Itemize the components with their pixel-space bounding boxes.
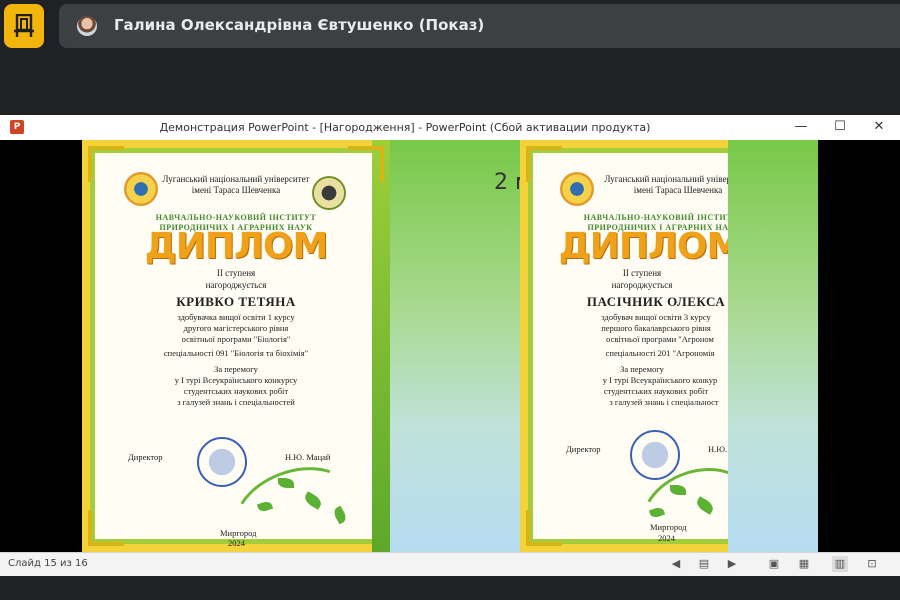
director-label: Директор <box>128 452 163 462</box>
slide-sorter-icon[interactable]: ▤ <box>696 556 712 572</box>
minimize-button[interactable]: — <box>790 118 812 136</box>
recipient-name: КРИВКО ТЕТЯНА <box>176 294 296 309</box>
normal-view-icon[interactable]: ▣ <box>766 556 782 572</box>
corner-ornament <box>526 510 562 546</box>
diploma-line: здобувач вищої освіти 3 курсу <box>601 312 711 322</box>
diploma-line: здобувачка вищої освіти 1 курсу <box>177 312 295 322</box>
diploma-year: 2024 <box>658 533 675 543</box>
leaf-decoration <box>278 478 294 488</box>
grid-view-icon[interactable]: ▦ <box>796 556 812 572</box>
previous-slide-icon[interactable]: ◀ <box>668 556 684 572</box>
corner-ornament <box>526 146 562 182</box>
powerpoint-window: P Демонстрация PowerPoint - [Нагородженн… <box>0 115 900 576</box>
diploma-right: Луганський національний університетімені… <box>520 140 728 552</box>
window-title: Демонстрация PowerPoint - [Нагородження]… <box>159 121 651 134</box>
director-label: Директор <box>566 444 601 454</box>
diploma-line: За перемогу <box>620 364 664 374</box>
diploma-line: освітньої програми "Біологія" <box>181 334 291 344</box>
meet-present-badge[interactable] <box>4 4 44 48</box>
next-slide-icon[interactable]: ▶ <box>724 556 740 572</box>
leaf-decoration <box>670 485 686 495</box>
recipient-name: ПАСІЧНИК ОЛЕКСА <box>586 294 726 309</box>
diploma-line: За перемогу <box>214 364 258 374</box>
slide-counter: Слайд 15 из 16 <box>8 558 88 569</box>
presenter-bar: Галина Олександрівна Євтушенко (Показ) <box>59 4 900 48</box>
signatory-name: Н.Ю. <box>708 444 728 454</box>
presenter-name: Галина Олександрівна Євтушенко (Показ) <box>114 16 485 34</box>
diploma-line: у І турі Всеукраїнського конкур <box>602 375 718 385</box>
diploma-line: з галузей знань і спеціальностей <box>177 397 295 407</box>
diploma-awarded: нагороджується <box>205 280 267 290</box>
diploma-line: другого магістерського рівня <box>183 323 289 333</box>
diploma-city: Миргород <box>220 528 257 538</box>
diploma-awarded: нагороджується <box>611 280 673 290</box>
window-titlebar: P Демонстрация PowerPoint - [Нагородженн… <box>0 115 900 141</box>
diploma-line: студентських наукових робіт <box>603 386 709 396</box>
diploma-line: з галузей знань і спеціальност <box>609 397 719 407</box>
meet-top-bar: Галина Олександрівна Євтушенко (Показ) <box>0 0 900 56</box>
diploma-city: Миргород <box>650 522 687 532</box>
diploma-line: у І турі Всеукраїнського конкурсу <box>174 375 298 385</box>
signatory-name: Н.Ю. Мацай <box>285 452 331 462</box>
slide-viewport[interactable]: Луганський національний університет імені… <box>0 140 900 552</box>
university-name: Луганський національний університетімені… <box>162 174 310 195</box>
corner-ornament <box>88 510 124 546</box>
university-name: Луганський національний університетімені… <box>604 174 728 195</box>
maximize-button[interactable]: ☐ <box>829 118 851 136</box>
diploma-line: освітньої програми "Агроном <box>606 334 714 344</box>
close-button[interactable]: ✕ <box>868 118 890 136</box>
diploma-left: Луганський національний університет імені… <box>82 140 390 552</box>
official-stamp <box>630 430 680 480</box>
reading-view-icon[interactable]: ▥ <box>832 556 848 572</box>
slideshow-view-icon[interactable]: ⊡ <box>864 556 880 572</box>
diploma-degree: ІІ ступеня <box>216 268 256 278</box>
avatar <box>77 16 97 36</box>
diploma-line: першого бакалаврського рівня <box>601 323 711 333</box>
slide[interactable]: Луганський національний університет імені… <box>82 140 818 552</box>
diploma-year: 2024 <box>228 538 245 548</box>
slideshow-status-bar: Слайд 15 из 16 ◀ ▤ ▶ ▣ ▦ ▥ ⊡ <box>0 552 900 576</box>
official-stamp <box>197 437 247 487</box>
diploma-title: ДИПЛОМ <box>558 226 728 267</box>
presentation-icon <box>14 14 34 37</box>
diploma-line: спеціальності 091 "Біологія та біохімія" <box>163 348 309 358</box>
diploma-degree: ІІ ступеня <box>622 268 662 278</box>
diploma-line: спеціальності 201 "Агрономія <box>605 348 715 358</box>
diploma-title: ДИПЛОМ <box>144 226 329 267</box>
diploma-line: студентських наукових робіт <box>183 386 289 396</box>
